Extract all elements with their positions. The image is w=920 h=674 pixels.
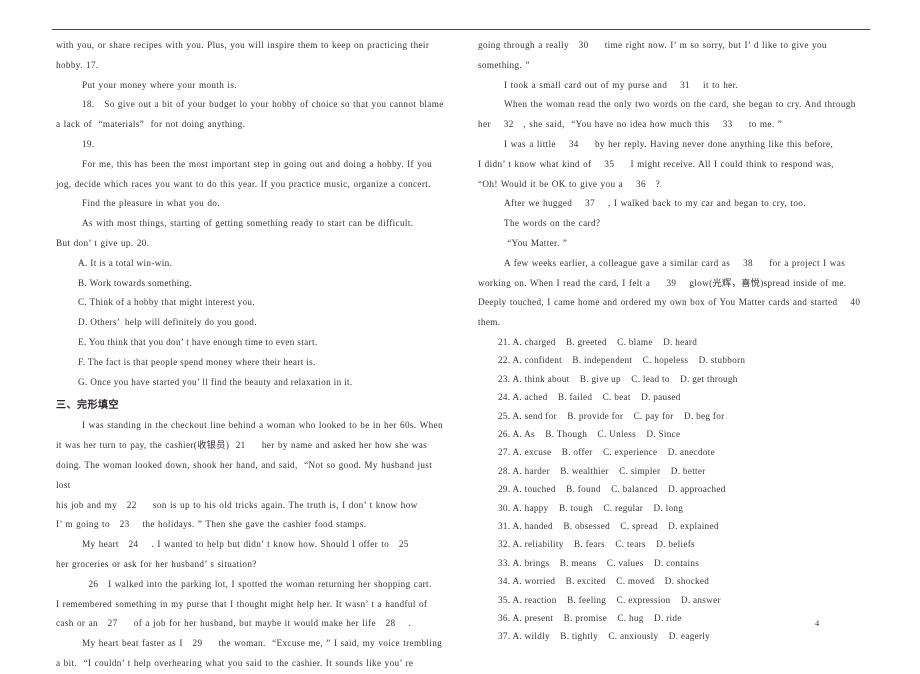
paragraph-line: For me, this has been the most important… [56,158,433,169]
paragraph-line: hobby. 17. [56,59,106,70]
question-choices-row: 22. A. confident B. independent C. hopel… [498,355,746,366]
paragraph-line: a lack of “materials” for not doing anyt… [56,119,246,130]
option-item: G. Once you have started you’ ll find th… [78,376,353,387]
section-heading-cloze: 三、完形填空 [56,400,119,412]
paragraph-line: A few weeks earlier, a colleague gave a … [478,257,846,268]
page-number: 4 [815,618,820,628]
question-choices-row: 31. A. handed B. obsessed C. spread D. e… [498,521,719,532]
question-choices-row: 34. A. worried B. excited C. moved D. sh… [498,576,710,587]
paragraph-line: them. [478,317,501,328]
question-choices-row: 24. A. ached B. failed C. beat D. paused [498,392,681,403]
cloze-line: 26 I walked into the parking lot, I spot… [56,578,432,589]
cloze-line: her groceries or ask for her husband’ s … [56,558,257,569]
question-choices-row: 33. A. brings B. means C. values D. cont… [498,557,700,568]
option-item: E. You think that you don’ t have enough… [78,336,318,347]
cloze-line: I’ m going to 23 the holidays. ” Then sh… [56,519,367,530]
cloze-line: doing. The woman looked down, shook her … [56,459,436,490]
cloze-line: I was standing in the checkout line behi… [56,420,443,431]
paragraph-line: “You Matter. ” [478,237,568,248]
right-column: going through a really 30 time right now… [460,36,920,674]
option-item: B. Work towards something. [78,277,193,288]
paragraph-line: I took a small card out of my purse and … [478,79,739,90]
question-choices-row: 25. A. send for B. provide for C. pay fo… [498,410,725,421]
paragraph-line: her 32 , she said, “You have no idea how… [478,119,783,130]
option-item: A. It is a total win-win. [78,257,173,268]
document-page: with you, or share recipes with you. Plu… [0,0,920,668]
paragraph-line: with you, or share recipes with you. Plu… [56,40,430,50]
question-choices-row: 27. A. excuse B. offer C. experience D. … [498,447,715,458]
paragraph-line: jog, decide which races you want to do t… [56,178,431,189]
header-divider-rule [52,29,870,30]
paragraph-line: 18. So give out a bit of your budget lo … [56,99,444,110]
paragraph-line: something. ” [478,59,530,70]
paragraph-line: But don’ t give up. 20. [56,237,156,248]
paragraph-line: Find the pleasure in what you do. [56,198,220,209]
question-choices-row: 37. A. wildly B. tightly C. anxiously D.… [498,631,711,642]
paragraph-line: I was a little 34 by her reply. Having n… [478,138,834,149]
cloze-line: a bit. “I couldn’ t help overhearing wha… [56,657,414,668]
option-item: C. Think of a hobby that might interest … [78,297,256,308]
cloze-line: I remembered something in my purse that … [56,598,428,609]
question-choices-row: 28. A. harder B. wealthier C. simpler D.… [498,465,706,476]
paragraph-line: The words on the card? [478,218,601,229]
question-choices-row: 29. A. touched B. found C. balanced D. a… [498,484,726,495]
cloze-line: it was her turn to pay, the cashier(收银员)… [56,440,428,451]
paragraph-line: “Oh! Would it be OK to give you a 36 ? [478,178,661,189]
question-choices-row: 30. A. happy B. tough C. regular D. long [498,502,684,513]
cloze-line: My heart 24 . I wanted to help but didn’… [56,539,422,550]
question-choices-row: 23. A. think about B. give up C. lead to… [498,373,738,384]
question-choices-row: 32. A. reliability B. fears C. tears D. … [498,539,695,550]
question-choices-row: 35. A. reaction B. feeling C. expression… [498,594,721,605]
paragraph-line: I didn’ t know what kind of 35 I might r… [478,158,834,169]
paragraph-line: Put your money where your mouth is. [56,79,237,90]
paragraph-line: working on. When I read the card, I felt… [478,277,847,288]
paragraph-line: Deeply touched, I came home and ordered … [478,297,871,308]
question-choices-row: 21. A. charged B. greeted C. blame D. he… [498,336,698,347]
question-choices-row: 26. A. As B. Though C. Unless D. Since [498,428,681,439]
cloze-line: cash or an 27 of a job for her husband, … [56,618,412,629]
paragraph-line: As with most things, starting of getting… [56,218,414,229]
option-item: D. Others’ help will definitely do you g… [78,317,257,328]
paragraph-line: going through a really 30 time right now… [478,40,827,50]
left-column: with you, or share recipes with you. Plu… [0,36,460,674]
paragraph-line: After we hugged 37 , I walked back to my… [478,198,806,209]
paragraph-line: When the woman read the only two words o… [478,99,856,110]
cloze-line: his job and my 22 son is up to his old t… [56,499,418,510]
paragraph-line: 19. [56,138,102,149]
two-column-body: with you, or share recipes with you. Plu… [0,36,920,674]
option-item: F. The fact is that people spend money w… [78,356,316,367]
